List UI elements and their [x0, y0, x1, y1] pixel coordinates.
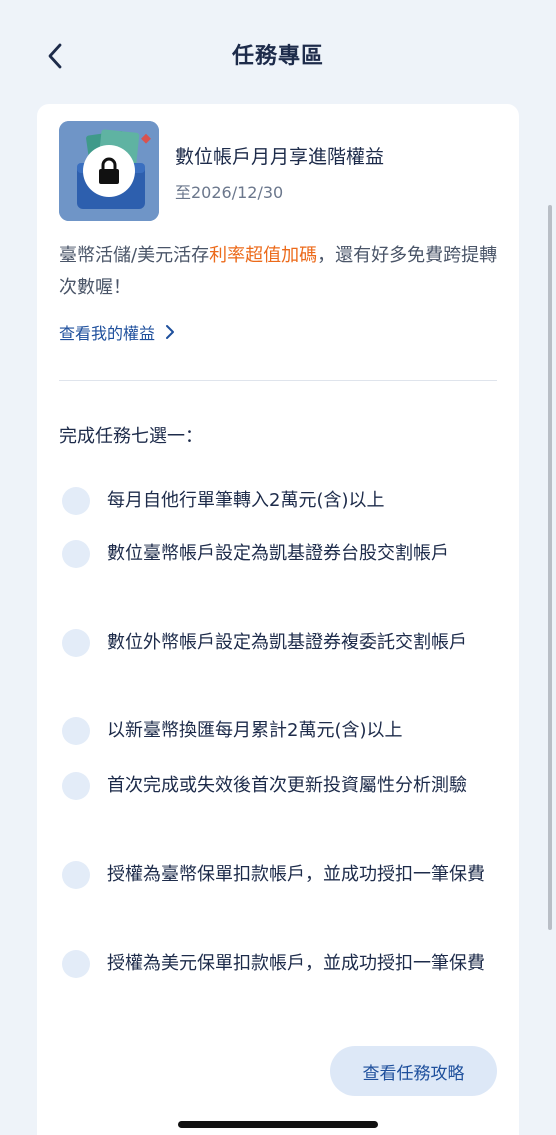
- task-option[interactable]: 以新臺幣換匯每月累計2萬元(含)以上: [59, 714, 499, 747]
- task-label: 每月自他行單筆轉入2萬元(含)以上: [107, 490, 385, 511]
- task-option[interactable]: 首次完成或失效後首次更新投資屬性分析測驗: [59, 769, 499, 802]
- scrollbar[interactable]: [548, 205, 552, 930]
- promo-date: 至2026/12/30: [175, 183, 284, 202]
- task-label: 以新臺幣換匯每月累計2萬元(含)以上: [107, 720, 403, 741]
- task-option[interactable]: 數位臺幣帳戶設定為凱基證券台股交割帳戶: [59, 537, 499, 570]
- home-indicator: [178, 1121, 378, 1128]
- divider: [59, 380, 497, 381]
- chevron-right-icon: [166, 325, 175, 339]
- task-option[interactable]: 數位外幣帳戶設定為凱基證券複委託交割帳戶: [59, 626, 499, 659]
- promo-image: [59, 121, 159, 221]
- promo-title: 數位帳戶月月享進階權益: [175, 146, 385, 168]
- task-label: 首次完成或失效後首次更新投資屬性分析測驗: [107, 775, 467, 796]
- task-label: 授權為臺幣保單扣款帳戶，並成功授扣一筆保費: [107, 864, 485, 885]
- lock-icon: [99, 157, 119, 184]
- promo-description: 臺幣活儲/美元活存利率超值加碼，還有好多免費跨提轉次數喔！: [59, 240, 499, 304]
- radio-button[interactable]: [62, 716, 90, 745]
- view-rights-link[interactable]: 查看我的權益: [59, 320, 175, 344]
- top-bar: 任務專區: [0, 0, 556, 108]
- task-option[interactable]: 授權為臺幣保單扣款帳戶，並成功授扣一筆保費: [59, 858, 499, 891]
- promo-desc-text: 臺幣活儲/美元活存: [59, 245, 210, 266]
- radio-button[interactable]: [62, 949, 90, 978]
- task-option[interactable]: 授權為美元保單扣款帳戶，並成功授扣一筆保費: [59, 947, 499, 980]
- radio-button[interactable]: [62, 860, 90, 889]
- promo-desc-highlight: 利率超值加碼: [209, 245, 318, 266]
- task-option[interactable]: 每月自他行單筆轉入2萬元(含)以上: [59, 484, 499, 517]
- task-section-label: 完成任務七選一：: [59, 426, 203, 447]
- task-label: 數位外幣帳戶設定為凱基證券複委託交割帳戶: [107, 632, 467, 653]
- view-task-guide-button[interactable]: 查看任務攻略: [330, 1046, 497, 1096]
- radio-button[interactable]: [62, 771, 90, 800]
- radio-button[interactable]: [62, 486, 90, 515]
- page-title: 任務專區: [231, 44, 324, 69]
- task-card: 數位帳戶月月享進階權益 至2026/12/30 臺幣活儲/美元活存利率超值加碼，…: [37, 104, 519, 1135]
- view-rights-label: 查看我的權益: [59, 324, 156, 343]
- radio-button[interactable]: [62, 539, 90, 568]
- radio-button[interactable]: [62, 628, 90, 657]
- task-label: 授權為美元保單扣款帳戶，並成功授扣一筆保費: [107, 953, 485, 974]
- task-label: 數位臺幣帳戶設定為凱基證券台股交割帳戶: [107, 543, 449, 564]
